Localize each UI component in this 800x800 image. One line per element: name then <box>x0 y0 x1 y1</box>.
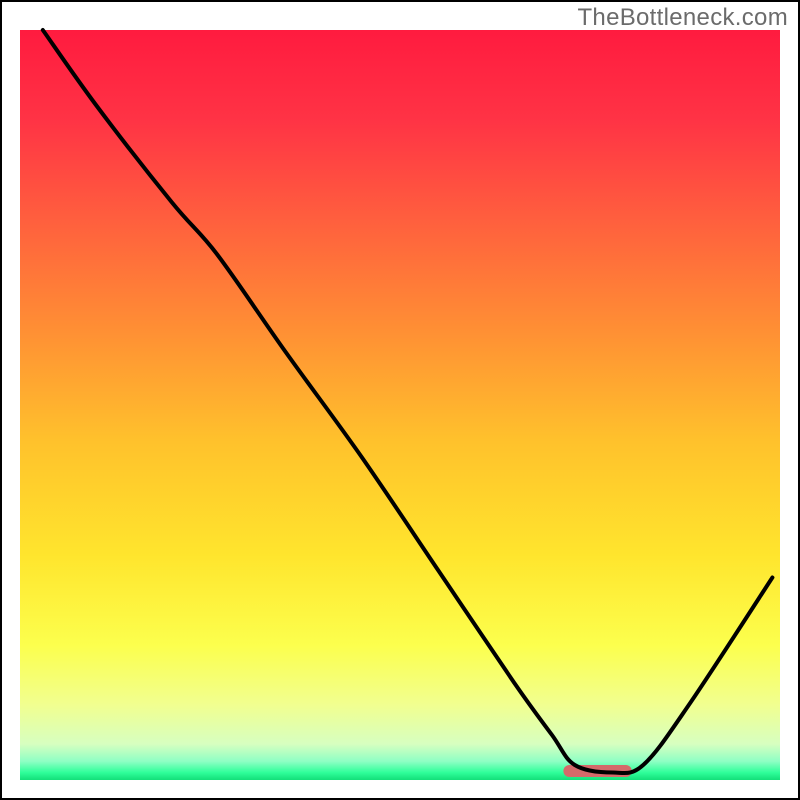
watermark-text: TheBottleneck.com <box>577 4 788 32</box>
plot-background <box>20 30 780 780</box>
chart-container: TheBottleneck.com <box>0 0 800 800</box>
bottleneck-chart <box>0 0 800 800</box>
